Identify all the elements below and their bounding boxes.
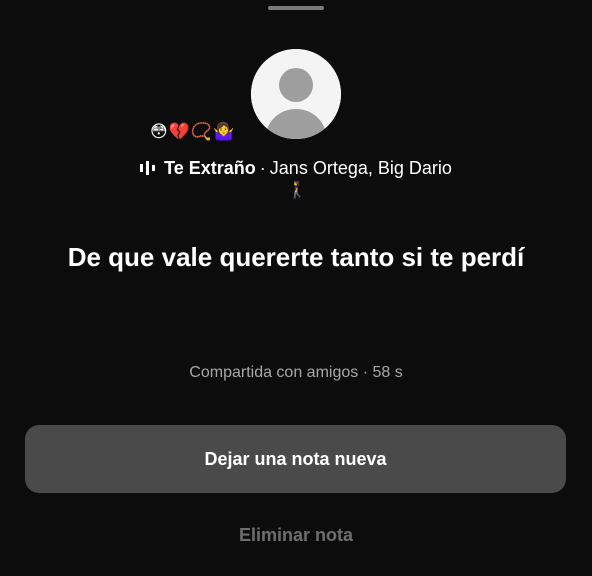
new-note-button[interactable]: Dejar una nota nueva [25,425,566,493]
avatar[interactable] [251,49,341,139]
song-artists: Jans Ortega, Big Dario [269,158,452,178]
note-sheet: 😳 💔 📿 🤷‍♀️ Te Extraño · Jans Ortega, Big D… [0,0,592,576]
shrug-emoji-icon: 🤷‍♀️ [213,121,235,141]
beads-emoji-icon: 📿 [190,121,213,141]
note-audience-timestamp: Compartida con amigos · 58 s [189,364,403,381]
song-attribution[interactable]: Te Extraño · Jans Ortega, Big Dario [0,155,592,181]
delete-note-button[interactable]: Eliminar nota [0,522,592,548]
music-bars-icon [140,161,156,175]
default-user-icon [251,49,341,139]
song-title: Te Extraño [164,158,256,178]
flushed-face-emoji-icon: 😳 [150,121,168,141]
note-emoji-bubble: 😳 💔 📿 🤷‍♀️ [150,119,234,143]
drag-handle[interactable] [268,6,324,10]
walking-person-emoji-icon: 🚶‍♀️ [287,182,307,199]
note-text: De que vale quererte tanto si te perdí [67,242,525,272]
song-separator: · [259,158,266,178]
broken-heart-emoji-icon: 💔 [168,121,190,141]
